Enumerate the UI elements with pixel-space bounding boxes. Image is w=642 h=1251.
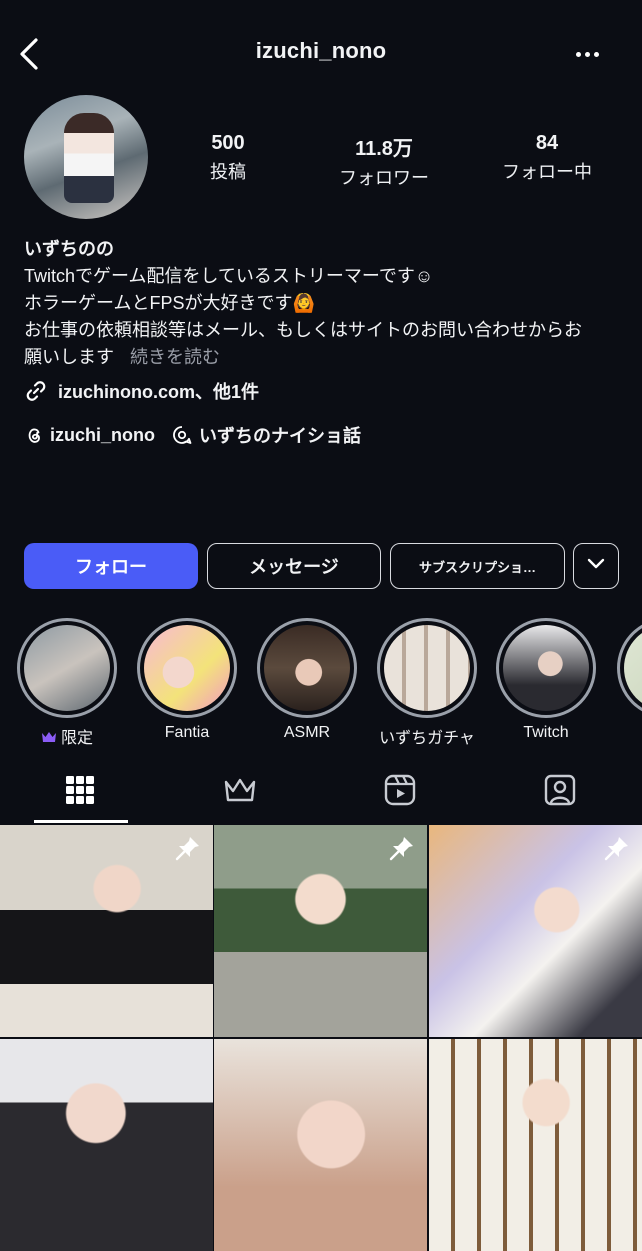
followers-count: 11.8万	[355, 138, 413, 160]
link-icon	[24, 379, 48, 403]
display-name: いずちのの	[24, 239, 114, 259]
highlight-item[interactable]: いずちガチャ	[367, 618, 487, 748]
subscription-button[interactable]: サブスクリプショ…	[390, 543, 565, 589]
tab-tagged[interactable]	[480, 760, 640, 824]
highlight-thumbnail	[384, 625, 470, 711]
highlight-ring	[617, 618, 642, 718]
posts-stat[interactable]: 500 投稿	[168, 132, 288, 184]
follow-button[interactable]: フォロー	[24, 543, 198, 589]
more-options-icon[interactable]	[574, 44, 614, 64]
profile-tabs	[0, 760, 642, 824]
highlight-label: ASMR	[283, 724, 331, 741]
highlight-label: いずちガチャ	[379, 730, 475, 747]
pin-icon	[175, 835, 201, 861]
profile-username: izuchi_nono	[255, 38, 387, 63]
bio-line: 願いします	[24, 347, 114, 367]
following-label: フォロー中	[502, 162, 592, 182]
reels-icon	[384, 774, 416, 811]
profile-bio: いずちのの Twitchでゲーム配信をしているストリーマーです☺︎ ホラーゲーム…	[24, 236, 624, 371]
tab-subscriber[interactable]	[160, 760, 320, 824]
highlight-item[interactable]: Fantia	[127, 618, 247, 742]
highlight-item[interactable]: ASMR	[247, 618, 367, 742]
tab-grid[interactable]	[0, 760, 160, 824]
bio-line-last: 願いします 続きを読む	[24, 344, 624, 371]
followers-stat[interactable]: 11.8万 フォロワー	[318, 132, 450, 190]
highlight-thumbnail	[624, 625, 642, 711]
bio-line: Twitchでゲーム配信をしているストリーマーです☺︎	[24, 266, 434, 286]
profile-actions: フォロー メッセージ サブスクリプショ…	[24, 543, 624, 591]
highlight-ring	[496, 618, 596, 718]
highlight-item[interactable]: 限定	[7, 618, 127, 748]
top-bar: izuchi_nono	[0, 0, 642, 106]
website-link[interactable]: izuchinono.com、他1件	[24, 376, 259, 406]
bio-line: お仕事の依頼相談等はメール、もしくはサイトのお問い合わせからお	[24, 320, 582, 340]
posts-label: 投稿	[210, 162, 246, 182]
highlight-thumbnail	[264, 625, 350, 711]
story-highlights: 限定 Fantia ASMR いずちガチャ Twitch	[0, 618, 642, 747]
post-thumbnail[interactable]	[429, 825, 642, 1037]
highlight-label: Fantia	[164, 724, 210, 741]
posts-count: 500	[211, 132, 245, 154]
highlight-ring	[137, 618, 237, 718]
post-thumbnail[interactable]	[214, 1039, 427, 1251]
message-button[interactable]: メッセージ	[207, 543, 381, 589]
broadcast-channel-icon	[171, 424, 193, 446]
crown-icon	[223, 776, 257, 809]
following-count: 84	[535, 132, 559, 154]
bio-line: ホラーゲームとFPSが大好きです🙆	[24, 293, 315, 313]
highlight-label: 限定	[60, 730, 93, 747]
grid-icon	[65, 775, 95, 810]
followers-label: フォロワー	[339, 168, 429, 188]
read-more-link[interactable]: 続きを読む	[130, 347, 220, 367]
highlight-ring	[17, 618, 117, 718]
pin-icon	[604, 835, 630, 861]
highlight-caption: 限定	[7, 724, 127, 748]
channel-name[interactable]: いずちのナイショ話	[199, 422, 361, 448]
website-text: izuchinono.com、他1件	[58, 382, 260, 402]
active-tab-indicator	[34, 820, 128, 823]
chevron-down-icon	[586, 557, 606, 575]
highlight-label: Twitch	[523, 724, 569, 741]
post-thumbnail[interactable]	[0, 1039, 213, 1251]
highlight-ring	[377, 618, 477, 718]
tab-reels[interactable]	[320, 760, 480, 824]
post-thumbnail[interactable]	[429, 1039, 642, 1251]
post-thumbnail[interactable]	[214, 825, 427, 1037]
crown-icon	[41, 730, 57, 747]
highlight-thumbnail	[144, 625, 230, 711]
following-stat[interactable]: 84 フォロー中	[488, 132, 606, 184]
tagged-person-icon	[544, 774, 576, 811]
highlight-item[interactable]: Twitch	[486, 618, 606, 742]
profile-avatar[interactable]	[24, 95, 148, 219]
threads-username[interactable]: izuchi_nono	[50, 425, 155, 446]
highlight-thumbnail	[24, 625, 110, 711]
profile-stats: 500 投稿 11.8万 フォロワー 84 フォロー中	[168, 132, 628, 192]
highlight-thumbnail	[503, 625, 589, 711]
posts-grid	[0, 825, 642, 1251]
pin-icon	[389, 835, 415, 861]
highlight-item[interactable]	[606, 618, 642, 718]
highlight-ring	[257, 618, 357, 718]
suggested-dropdown-button[interactable]	[573, 543, 619, 589]
threads-icon	[24, 425, 44, 445]
post-thumbnail[interactable]	[0, 825, 213, 1037]
threads-row: izuchi_nono いずちのナイショ話	[24, 420, 361, 450]
